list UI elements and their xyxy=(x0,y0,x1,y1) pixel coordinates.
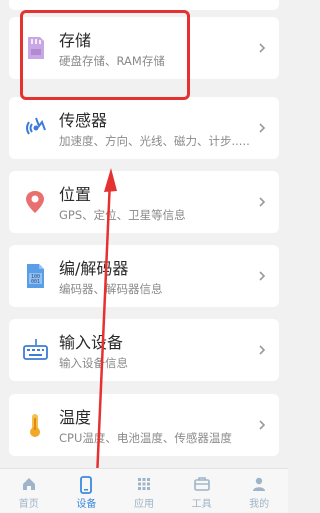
keyboard-icon xyxy=(22,336,48,364)
tab-apps[interactable]: 应用 xyxy=(115,469,173,513)
list-item-temperature[interactable]: 温度 CPU温度、电池温度、传感器温度 xyxy=(9,394,279,456)
item-title: 传感器 xyxy=(59,111,108,130)
item-title: 存储 xyxy=(59,31,92,50)
home-icon xyxy=(22,478,35,490)
svg-text:001: 001 xyxy=(31,279,40,285)
item-title: 温度 xyxy=(59,408,92,427)
tab-label: 首页 xyxy=(18,499,39,510)
item-subtitle: 加速度、方向、光线、磁力、计步..... xyxy=(59,134,250,148)
grid-icon xyxy=(137,478,150,490)
item-title: 输入设备 xyxy=(59,333,124,352)
tab-tools[interactable]: 工具 xyxy=(173,469,231,513)
chevron-right-icon xyxy=(255,194,269,208)
list-item-sensor[interactable]: 传感器 加速度、方向、光线、磁力、计步..... xyxy=(9,97,279,159)
sd-card-icon xyxy=(22,34,48,62)
item-subtitle: 输入设备信息 xyxy=(59,356,128,370)
toolbox-icon xyxy=(193,477,210,491)
tab-label: 设备 xyxy=(76,499,97,510)
item-subtitle: CPU温度、电池温度、传感器温度 xyxy=(59,431,232,445)
item-subtitle: 硬盘存储、RAM存储 xyxy=(59,54,165,68)
tab-label: 工具 xyxy=(191,499,212,510)
chevron-right-icon xyxy=(255,342,269,356)
chevron-right-icon xyxy=(255,120,269,134)
tab-device[interactable]: 设备 xyxy=(58,469,116,513)
thermometer-icon xyxy=(22,411,48,439)
phone-icon xyxy=(80,476,93,494)
item-subtitle: GPS、定位、卫星等信息 xyxy=(59,208,186,222)
list-item-storage[interactable]: 存储 硬盘存储、RAM存储 xyxy=(9,17,279,79)
item-title: 位置 xyxy=(59,185,92,204)
sensor-waves-icon xyxy=(22,114,48,142)
binary-file-icon: 100 001 xyxy=(22,262,48,290)
tab-label: 我的 xyxy=(249,499,270,510)
chevron-right-icon xyxy=(255,40,269,54)
list-item-location[interactable]: 位置 GPS、定位、卫星等信息 xyxy=(9,171,279,233)
chevron-right-icon xyxy=(255,268,269,282)
previous-card-edge xyxy=(9,0,279,10)
bottom-tab-bar: 首页 设备 应用 工具 我的 xyxy=(0,468,288,513)
tab-mine[interactable]: 我的 xyxy=(230,469,288,513)
tab-home[interactable]: 首页 xyxy=(0,469,58,513)
list-item-codec[interactable]: 100 001 编/解码器 编码器、解码器信息 xyxy=(9,245,279,307)
location-pin-icon xyxy=(22,188,48,216)
item-subtitle: 编码器、解码器信息 xyxy=(59,282,163,296)
list-item-input-device[interactable]: 输入设备 输入设备信息 xyxy=(9,319,279,381)
item-title: 编/解码器 xyxy=(59,259,129,278)
tab-label: 应用 xyxy=(133,499,154,510)
chevron-right-icon xyxy=(255,417,269,431)
person-icon xyxy=(253,477,266,491)
